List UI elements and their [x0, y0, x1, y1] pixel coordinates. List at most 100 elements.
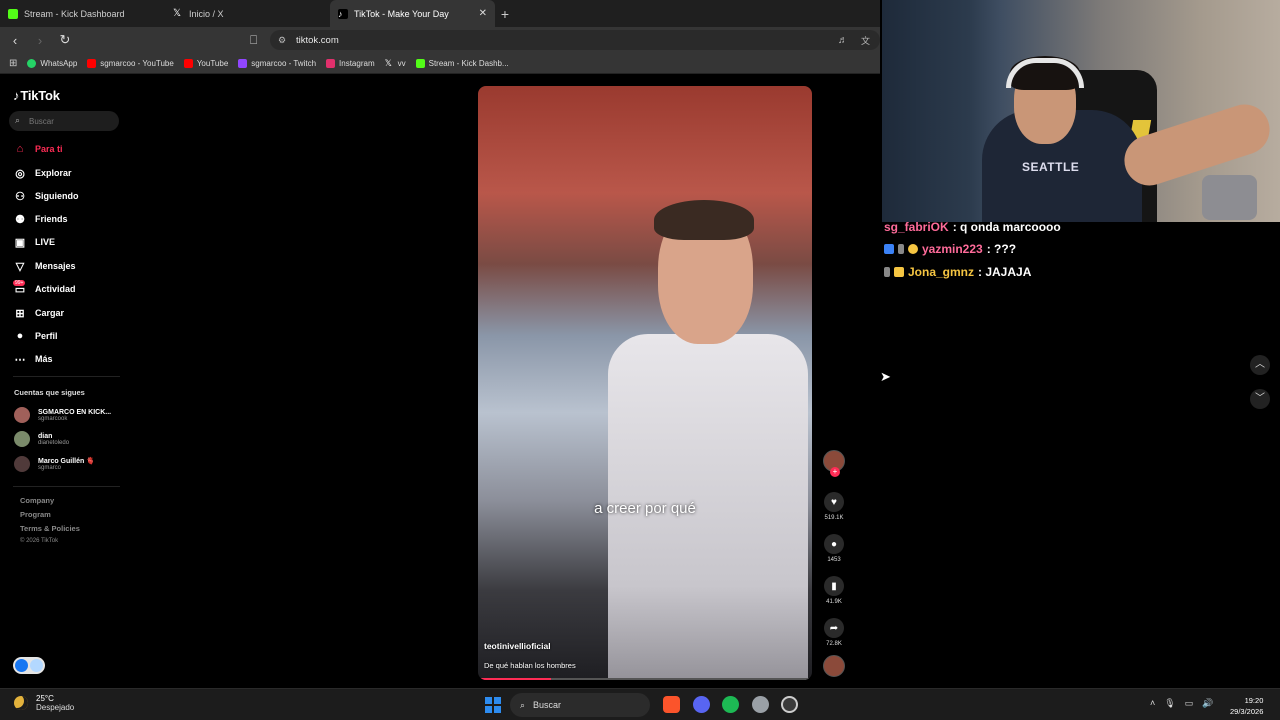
x-favicon-icon: 𝕏	[173, 7, 183, 19]
video-progress-bar[interactable]	[478, 678, 812, 680]
windows-logo-icon	[494, 697, 501, 704]
save-count: 41.9K	[826, 599, 842, 605]
video-frame-person	[608, 200, 808, 680]
following-icon: ⚇	[15, 190, 25, 203]
compass-icon: ◎	[15, 167, 25, 180]
chat-message: sg_fabriOK : q onda marcoooo	[884, 220, 1061, 234]
bookmarks-bar: ⊞ WhatsApp sgmarcoo - YouTube YouTube sg…	[0, 53, 880, 74]
nav-cargar[interactable]: ⊞ Cargar	[13, 306, 64, 320]
browser-tab-bar: Stream - Kick Dashboard 𝕏 Inicio / X ♪ T…	[0, 0, 880, 27]
brave-browser-icon[interactable]	[663, 696, 680, 713]
profile-icon: ●	[16, 330, 24, 342]
bookmark-icon[interactable]: ⎕	[250, 33, 257, 48]
network-icon[interactable]: ▭	[1185, 698, 1194, 709]
app-icon[interactable]	[752, 696, 769, 713]
bookmark-youtube[interactable]: YouTube	[183, 58, 228, 68]
windows-logo-icon	[494, 706, 501, 713]
sound-avatar-button[interactable]	[820, 655, 848, 677]
kick-icon	[415, 58, 425, 68]
nav-mensajes[interactable]: ▽ Mensajes	[13, 259, 76, 273]
friends-icon: ⚉	[15, 213, 25, 226]
bookmark-sgmarcoo-youtube[interactable]: sgmarcoo - YouTube	[87, 58, 174, 68]
bookmark-whatsapp[interactable]: WhatsApp	[27, 58, 77, 68]
new-tab-button[interactable]: +	[495, 6, 515, 22]
start-button[interactable]	[485, 697, 501, 713]
bookmark-vv[interactable]: 𝕏vv	[384, 58, 406, 68]
video-subtitle: a creer por qué	[594, 500, 696, 517]
share-button[interactable]: ➦ 72.8K	[820, 618, 848, 647]
like-button[interactable]: ♥ 519.1K	[820, 492, 848, 521]
avatar	[14, 431, 30, 447]
bookmark-kick[interactable]: Stream - Kick Dashb...	[415, 58, 509, 68]
get-app-toggle[interactable]	[13, 657, 45, 674]
apps-grid-icon[interactable]: ⊞	[9, 58, 17, 69]
chat-message: Jona_gmnz : JAJAJA	[884, 265, 1031, 279]
divider	[13, 486, 120, 487]
taskbar-search[interactable]: ⌕ Buscar	[510, 693, 650, 717]
following-account[interactable]: SGMARCO EN KICK... sgmarcook	[14, 407, 111, 423]
temperature: 25°C	[36, 694, 54, 703]
tab-kick-dashboard[interactable]: Stream - Kick Dashboard	[0, 0, 165, 27]
next-video-button[interactable]: ﹀	[1250, 389, 1270, 409]
home-icon: ⌂	[16, 143, 24, 155]
comment-button[interactable]: ● 1453	[820, 534, 848, 563]
mute-tab-icon[interactable]: ♬	[838, 35, 848, 46]
previous-video-button[interactable]: ︿	[1250, 355, 1270, 375]
live-icon: ▣	[14, 236, 26, 249]
save-button[interactable]: ▮ 41.9K	[820, 576, 848, 605]
tab-x-home[interactable]: 𝕏 Inicio / X	[165, 0, 330, 27]
instagram-icon	[326, 58, 336, 68]
tiktok-logo[interactable]: ♪TikTok	[13, 88, 60, 103]
badge-icon	[884, 244, 894, 254]
site-info-icon[interactable]: ⚙	[278, 35, 286, 46]
volume-icon[interactable]: 🔊	[1202, 698, 1213, 709]
search-icon: ⌕	[520, 699, 526, 710]
tab-tiktok[interactable]: ♪ TikTok - Make Your Day ✕	[330, 0, 495, 27]
discord-icon[interactable]	[693, 696, 710, 713]
reload-icon[interactable]: ↻	[55, 32, 75, 48]
url-text: tiktok.com	[296, 34, 339, 46]
bookmark-twitch[interactable]: sgmarcoo - Twitch	[238, 58, 316, 68]
whatsapp-icon	[27, 58, 37, 68]
search-placeholder: Buscar	[29, 116, 54, 126]
obs-icon[interactable]	[781, 696, 798, 713]
nav-live[interactable]: ▣ LIVE	[13, 235, 55, 249]
taskbar-clock[interactable]: 19:20 29/3/2026	[1230, 695, 1263, 717]
footer-link-company[interactable]: Company	[20, 496, 54, 505]
bookmark-instagram[interactable]: Instagram	[326, 58, 375, 68]
nav-mas[interactable]: ⋯ Más	[13, 352, 53, 366]
clock-date: 29/3/2026	[1230, 707, 1264, 716]
translate-icon[interactable]: 文	[861, 34, 870, 47]
nav-siguiendo[interactable]: ⚇ Siguiendo	[13, 189, 78, 203]
footer-link-program[interactable]: Program	[20, 510, 51, 519]
divider	[13, 376, 120, 377]
shirt-print: SEATTLE	[1022, 160, 1080, 174]
nav-friends[interactable]: ⚉ Friends	[13, 212, 67, 226]
tab-title: TikTok - Make Your Day	[354, 8, 449, 19]
back-arrow-icon[interactable]: ‹	[5, 33, 25, 48]
nav-para-ti[interactable]: ⌂ Para ti	[13, 142, 63, 156]
tray-overflow-icon[interactable]: ˄	[1150, 698, 1155, 709]
video-author[interactable]: teotinivellioficial	[484, 641, 551, 651]
microphone-icon[interactable]: 🎙	[1164, 698, 1175, 709]
tiktok-sidebar: ♪TikTok ⌕ Buscar ⌂ Para ti ◎ Explorar ⚇ Sig…	[0, 76, 125, 686]
nav-perfil[interactable]: ● Perfil	[13, 329, 58, 343]
following-account[interactable]: Marco Guillén 🫀 sgmarco	[14, 456, 95, 472]
thermos	[1202, 175, 1257, 220]
search-input[interactable]: ⌕ Buscar	[9, 111, 119, 131]
tiktok-note-icon: ♪	[13, 88, 20, 103]
weather-widget[interactable]: 25°C Despejado	[14, 694, 74, 712]
video-player[interactable]: a creer por qué teotinivellioficial De q…	[478, 86, 812, 680]
nav-explorar[interactable]: ◎ Explorar	[13, 166, 71, 180]
close-tab-icon[interactable]: ✕	[479, 8, 487, 19]
follow-plus-icon[interactable]: +	[830, 467, 840, 477]
creator-avatar-button[interactable]: +	[820, 450, 848, 477]
avatar	[14, 456, 30, 472]
url-field[interactable]: ⚙ tiktok.com ♬ 文	[270, 30, 880, 50]
following-header: Cuentas que sigues	[14, 388, 85, 397]
forward-arrow-icon[interactable]: ›	[30, 33, 50, 48]
footer-link-terms[interactable]: Terms & Policies	[20, 524, 80, 533]
spotify-icon[interactable]	[722, 696, 739, 713]
following-account[interactable]: dian dianetoledo	[14, 431, 69, 447]
avatar	[14, 407, 30, 423]
